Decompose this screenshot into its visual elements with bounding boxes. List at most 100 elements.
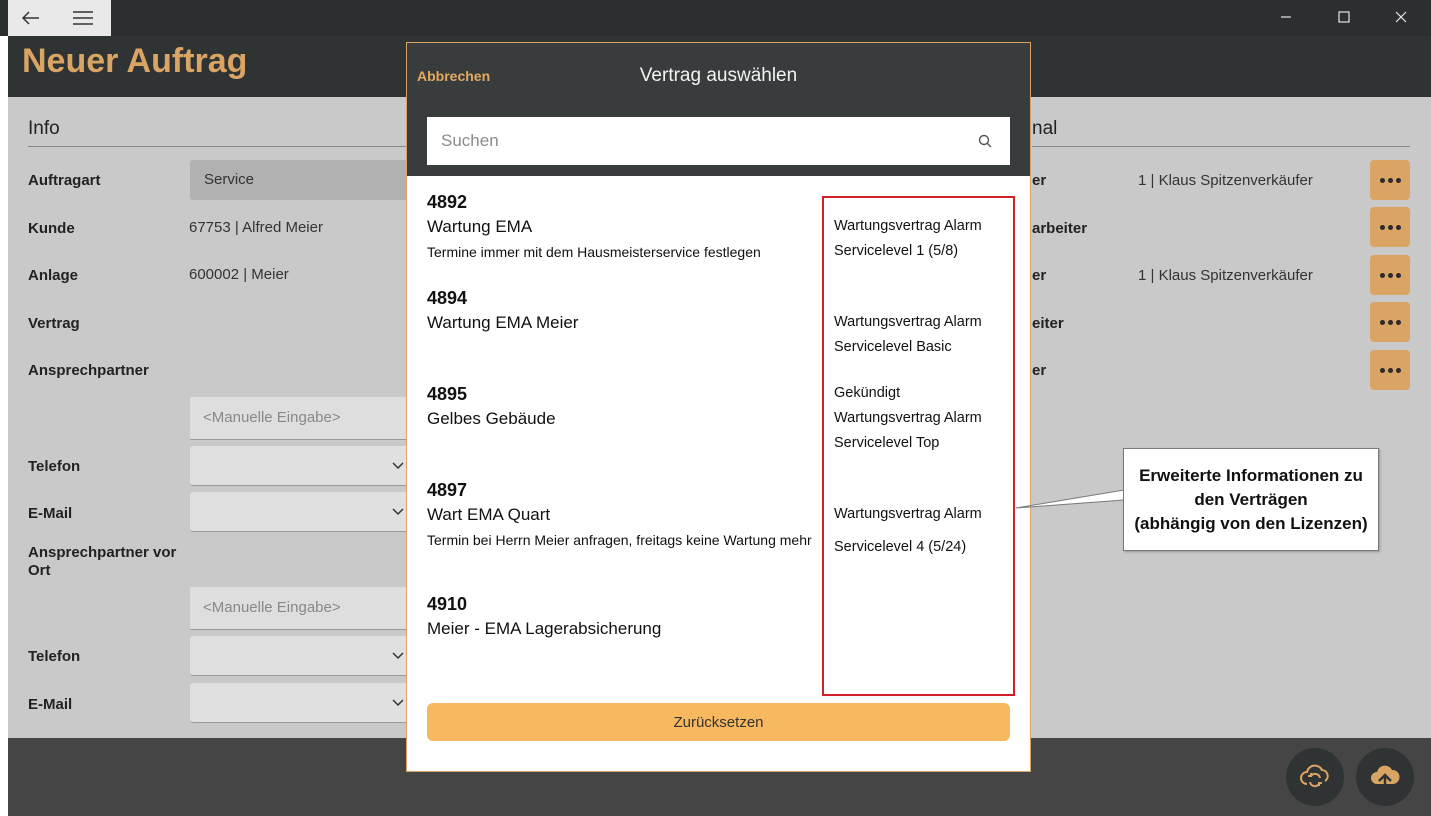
email-vor-ort-select[interactable] xyxy=(190,683,410,723)
titlebar-nav-area xyxy=(8,0,111,36)
annotation-callout: Erweiterte Informationen zu den Verträgen… xyxy=(1123,448,1379,551)
more-dot-icon xyxy=(1379,367,1385,373)
more-dot-icon xyxy=(1379,319,1385,325)
minimize-button[interactable] xyxy=(1258,0,1314,34)
info-section-divider xyxy=(28,146,408,147)
arrow-left-icon xyxy=(22,11,39,25)
info-section-title: Info xyxy=(28,118,60,139)
back-button[interactable] xyxy=(8,0,54,36)
contract-list-item[interactable]: 4894 Wartung EMA Meier xyxy=(427,288,822,378)
contract-number: 4897 xyxy=(427,480,468,500)
contract-list-item[interactable]: 4895 Gelbes Gebäude xyxy=(427,384,822,474)
personal-row-value: 1 | Klaus Spitzenverkäufer xyxy=(1138,267,1313,284)
callout-line: (abhängig von den Lizenzen) xyxy=(1134,513,1368,533)
vertrag-label: Vertrag xyxy=(28,315,80,332)
minimize-icon xyxy=(1281,16,1291,18)
anlage-value[interactable]: 600002 | Meier xyxy=(189,266,289,283)
maximize-button[interactable] xyxy=(1316,0,1372,34)
search-input[interactable] xyxy=(427,117,967,165)
close-icon xyxy=(1395,11,1407,23)
auftragart-select[interactable]: Service xyxy=(190,160,410,200)
chevron-down-icon xyxy=(392,698,404,706)
reset-button[interactable]: Zurücksetzen xyxy=(427,703,1010,741)
personal-row-more-button[interactable] xyxy=(1370,255,1410,295)
personal-row-more-button[interactable] xyxy=(1370,302,1410,342)
search-field xyxy=(427,117,1010,165)
callout-line: Erweiterte Informationen zu xyxy=(1139,465,1363,485)
maximize-icon xyxy=(1338,11,1350,23)
cancel-button[interactable]: Abbrechen xyxy=(417,68,490,84)
callout-line: den Verträgen xyxy=(1194,489,1308,509)
page-title: Neuer Auftrag xyxy=(22,42,248,80)
contract-name: Wartung EMA Meier xyxy=(427,313,579,332)
more-dot-icon xyxy=(1387,177,1393,183)
more-dot-icon xyxy=(1379,224,1385,230)
hamburger-icon xyxy=(73,11,93,25)
close-window-button[interactable] xyxy=(1373,0,1429,34)
contract-name: Wartung EMA xyxy=(427,217,533,236)
personal-row-value: 1 | Klaus Spitzenverkäufer xyxy=(1138,172,1313,189)
personal-row-label: er xyxy=(1032,267,1047,284)
search-icon[interactable] xyxy=(978,134,992,148)
telefon-vor-ort-label: Telefon xyxy=(28,648,81,665)
cloud-upload-icon xyxy=(1371,765,1400,790)
contract-name: Meier - EMA Lagerabsicherung xyxy=(427,619,662,638)
telefon-vor-ort-select[interactable] xyxy=(190,636,410,676)
more-dot-icon xyxy=(1395,367,1401,373)
more-dot-icon xyxy=(1387,367,1393,373)
telefon-label: Telefon xyxy=(28,458,81,475)
ansprechpartner-vor-ort-label: Ansprechpartner vor Ort xyxy=(28,544,177,579)
ansprechpartner-manual-input[interactable]: <Manuelle Eingabe> xyxy=(190,397,410,440)
callout-text: Erweiterte Informationen zu den Verträgen… xyxy=(1134,464,1367,536)
contract-note: Termin bei Herrn Meier anfragen, freitag… xyxy=(427,532,812,548)
dialog-header: Vertrag auswählen Abbrechen xyxy=(407,43,1030,176)
menu-button[interactable] xyxy=(60,0,106,36)
email-label: E-Mail xyxy=(28,505,73,522)
personal-row-label: er xyxy=(1032,362,1047,379)
auftragart-label: Auftragart xyxy=(28,172,101,189)
more-dot-icon xyxy=(1387,224,1393,230)
contract-list-item[interactable]: 4892 Wartung EMA Termine immer mit dem H… xyxy=(427,192,822,282)
sync-button[interactable] xyxy=(1286,748,1344,806)
kunde-label: Kunde xyxy=(28,220,75,237)
contract-number: 4894 xyxy=(427,288,468,308)
contract-select-dialog: Vertrag auswählen Abbrechen 4892 Wartung… xyxy=(406,42,1031,772)
ansprechpartner-label: Ansprechpartner xyxy=(28,362,149,379)
anlage-label: Anlage xyxy=(28,267,79,284)
contract-list-item[interactable]: 4910 Meier - EMA Lagerabsicherung xyxy=(427,594,822,684)
upload-button[interactable] xyxy=(1356,748,1414,806)
more-dot-icon xyxy=(1387,272,1393,278)
contract-name: Gelbes Gebäude xyxy=(427,409,556,428)
personal-section-title: nal xyxy=(1032,118,1058,139)
more-dot-icon xyxy=(1395,177,1401,183)
contract-note: Termine immer mit dem Hausmeisterservice… xyxy=(427,244,761,260)
more-dot-icon xyxy=(1395,272,1401,278)
more-dot-icon xyxy=(1379,177,1385,183)
personal-section-divider xyxy=(1032,146,1410,147)
personal-row-label: eiter xyxy=(1032,315,1064,332)
personal-row-more-button[interactable] xyxy=(1370,160,1410,200)
extended-info-highlight xyxy=(822,196,1015,696)
dialog-title: Vertrag auswählen xyxy=(639,65,798,86)
more-dot-icon xyxy=(1387,319,1393,325)
contract-number: 4892 xyxy=(427,192,468,212)
contract-number: 4895 xyxy=(427,384,468,404)
personal-row-more-button[interactable] xyxy=(1370,350,1410,390)
personal-row-label: er xyxy=(1032,172,1047,189)
personal-row-label: arbeiter xyxy=(1032,220,1088,237)
contract-name: Wart EMA Quart xyxy=(427,505,551,524)
more-dot-icon xyxy=(1395,319,1401,325)
email-select[interactable] xyxy=(190,492,410,532)
email-vor-ort-label: E-Mail xyxy=(28,696,73,713)
chevron-down-icon xyxy=(392,507,404,515)
chevron-down-icon xyxy=(392,461,404,469)
chevron-down-icon xyxy=(392,651,404,659)
contract-list-item[interactable]: 4897 Wart EMA Quart Termin bei Herrn Mei… xyxy=(427,480,822,580)
more-dot-icon xyxy=(1379,272,1385,278)
personal-row-more-button[interactable] xyxy=(1370,207,1410,247)
contract-number: 4910 xyxy=(427,594,468,614)
window-titlebar xyxy=(0,0,1431,36)
telefon-select[interactable] xyxy=(190,446,410,486)
kunde-value[interactable]: 67753 | Alfred Meier xyxy=(189,219,323,236)
ansprechpartner-vor-ort-manual-input[interactable]: <Manuelle Eingabe> xyxy=(190,587,410,630)
